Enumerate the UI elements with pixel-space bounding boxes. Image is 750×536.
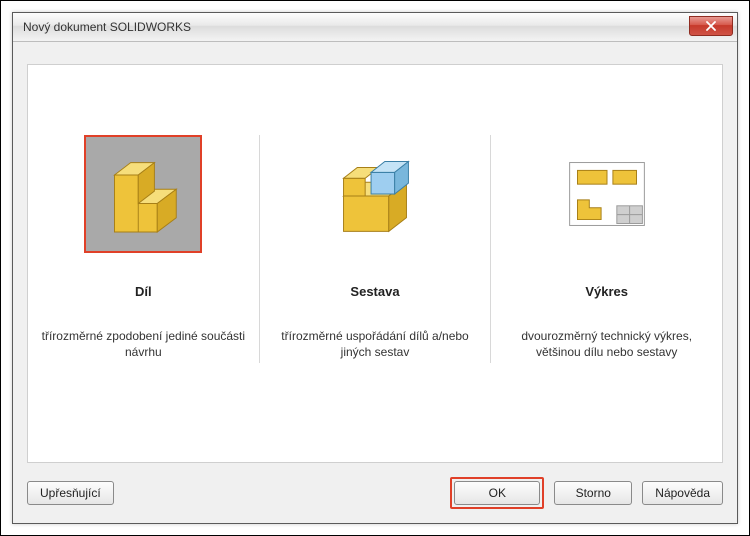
option-drawing[interactable]: Výkres dvourozměrný technický výkres, vě… <box>490 135 722 363</box>
ok-highlight: OK <box>450 477 544 509</box>
window-title: Nový dokument SOLIDWORKS <box>23 20 191 34</box>
option-assembly-title: Sestava <box>272 284 479 299</box>
advanced-button[interactable]: Upřesňující <box>27 481 114 505</box>
option-part-desc: třírozměrné zpodobení jediné součásti ná… <box>40 329 247 363</box>
option-assembly-desc: třírozměrné uspořádání dílů a/nebo jinýc… <box>272 329 479 363</box>
part-icon <box>86 137 200 251</box>
dialog-footer: Upřesňující OK Storno Nápověda <box>27 477 723 509</box>
option-part[interactable]: Díl třírozměrné zpodobení jediné součást… <box>28 135 259 363</box>
close-icon <box>705 21 717 31</box>
drawing-icon-wrap <box>548 135 666 253</box>
option-assembly[interactable]: Sestava třírozměrné uspořádání dílů a/ne… <box>259 135 491 363</box>
new-document-dialog: Nový dokument SOLIDWORKS <box>12 12 738 524</box>
dialog-body: Díl třírozměrné zpodobení jediné součást… <box>13 42 737 523</box>
assembly-icon-wrap <box>316 135 434 253</box>
drawing-icon <box>548 135 666 253</box>
help-button[interactable]: Nápověda <box>642 481 723 505</box>
option-drawing-desc: dvourozměrný technický výkres, většinou … <box>503 329 710 363</box>
assembly-icon <box>316 135 434 253</box>
option-drawing-title: Výkres <box>503 284 710 299</box>
close-button[interactable] <box>689 16 733 36</box>
options-panel: Díl třírozměrné zpodobení jediné součást… <box>27 64 723 463</box>
titlebar[interactable]: Nový dokument SOLIDWORKS <box>13 13 737 42</box>
cancel-button[interactable]: Storno <box>554 481 632 505</box>
option-part-title: Díl <box>40 284 247 299</box>
part-icon-wrap <box>84 135 202 253</box>
ok-button[interactable]: OK <box>454 481 540 505</box>
